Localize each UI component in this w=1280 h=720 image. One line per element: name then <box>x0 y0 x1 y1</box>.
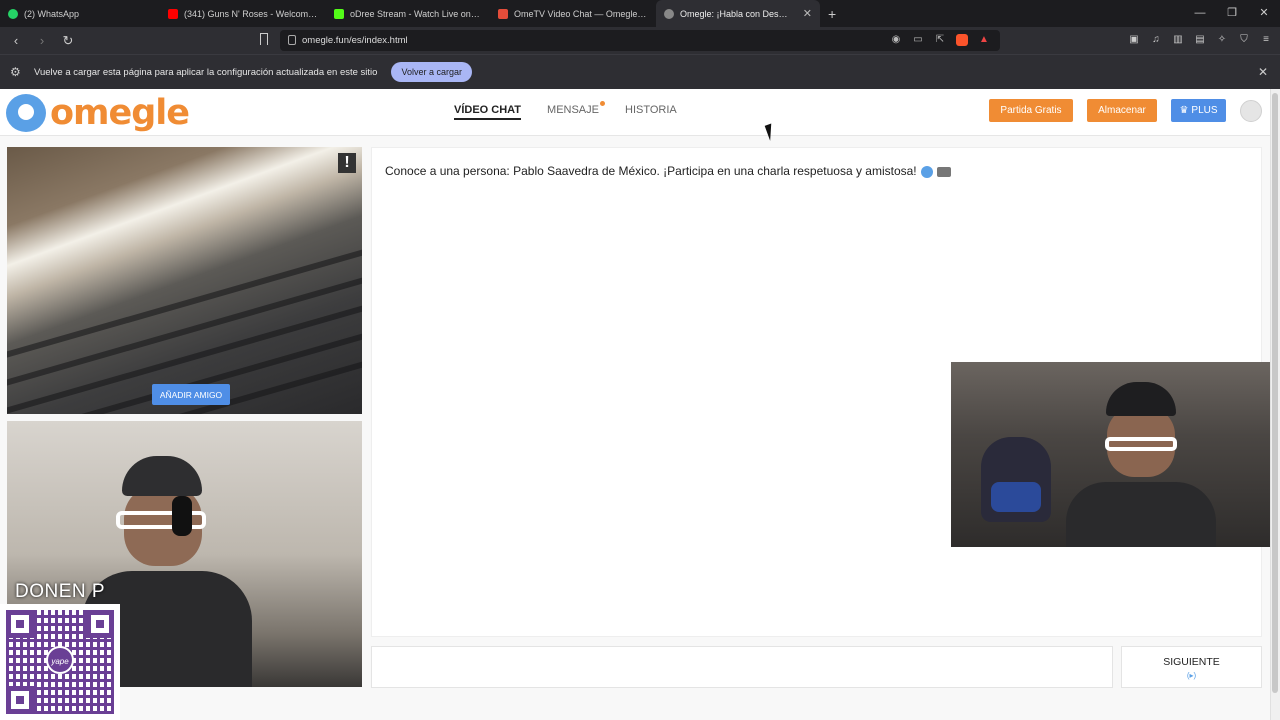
toolbar-right-icons: ▣ ♫ ▥ ▤ ✧ ⛉ ≡ <box>1128 34 1272 46</box>
free-match-button[interactable]: Partida Gratis <box>989 99 1073 122</box>
nav-mensaje[interactable]: MENSAJE <box>547 101 605 120</box>
screen-icon[interactable]: ▭ <box>912 34 924 46</box>
maximize-icon[interactable]: ❐ <box>1216 0 1248 27</box>
chat-input[interactable] <box>371 646 1113 688</box>
blind-slat <box>7 261 362 395</box>
tab-title: (341) Guns N' Roses - Welcome To Th <box>184 8 318 19</box>
gear-icon: ⚙ <box>10 65 21 79</box>
main-nav: VÍDEO CHAT MENSAJE HISTORIA <box>454 101 677 120</box>
close-window-icon[interactable]: ✕ <box>1248 0 1280 27</box>
nav-video-chat[interactable]: VÍDEO CHAT <box>454 104 522 120</box>
floating-stream-video <box>951 362 1280 547</box>
new-tab-button[interactable]: + <box>828 6 836 22</box>
plus-button[interactable]: ♛ PLUS <box>1171 99 1226 122</box>
extensions-icon[interactable]: ▣ <box>1128 34 1140 46</box>
info-bar: ⚙ Vuelve a cargar esta página para aplic… <box>0 54 1280 89</box>
menu-icon[interactable]: ≡ <box>1260 34 1272 46</box>
tab-kick[interactable]: oDree Stream - Watch Live on Kick <box>326 0 490 27</box>
crown-icon: ♛ <box>1179 105 1189 116</box>
site-header: omegle VÍDEO CHAT MENSAJE HISTORIA Parti… <box>0 89 1270 136</box>
youtube-icon <box>168 8 178 19</box>
kick-icon <box>334 8 344 19</box>
next-button-label: SIGUIENTE <box>1163 656 1220 668</box>
info-bar-message: Vuelve a cargar esta página para aplicar… <box>34 66 378 78</box>
tab-ometv[interactable]: OmeTV Video Chat — Omegle Rand <box>490 0 656 27</box>
add-friend-button[interactable]: AÑADIR AMIGO <box>152 384 230 405</box>
close-icon[interactable]: ✕ <box>1258 65 1268 79</box>
plus-label: PLUS <box>1191 105 1218 116</box>
tab-title: (2) WhatsApp <box>24 8 80 19</box>
url-text: omegle.fun/es/index.html <box>302 35 408 46</box>
next-key-hint: (▸) <box>1186 671 1197 680</box>
wallet-icon[interactable]: ▤ <box>1194 34 1206 46</box>
reload-icon[interactable]: ↻ <box>58 33 78 49</box>
tab-title: Omegle: ¡Habla con Desconoci <box>680 8 791 19</box>
cast-icon[interactable]: ◉ <box>890 34 902 46</box>
leo-icon[interactable]: ✧ <box>1216 34 1228 46</box>
report-button[interactable]: ! <box>338 153 356 173</box>
scrollbar-thumb[interactable] <box>1272 93 1278 693</box>
donation-overlay-text: DONEN P <box>15 581 106 602</box>
tab-whatsapp[interactable]: (2) WhatsApp <box>0 0 160 27</box>
streamer-figure <box>82 456 252 687</box>
plush-toy-shape <box>981 437 1051 522</box>
share-icon[interactable]: ⇱ <box>934 34 946 46</box>
tab-title: OmeTV Video Chat — Omegle Rand <box>514 8 648 19</box>
logo-bubble-icon <box>6 94 46 132</box>
bookmark-icon[interactable] <box>260 33 268 45</box>
vpn-icon[interactable]: ⛉ <box>1238 34 1250 46</box>
system-message-text: Conoce a una persona: Pablo Saavedra de … <box>385 164 917 178</box>
avatar[interactable] <box>1240 100 1262 122</box>
tab-title: oDree Stream - Watch Live on Kick <box>350 8 482 19</box>
site-logo[interactable]: omegle <box>6 92 190 134</box>
forward-icon[interactable]: › <box>32 33 52 48</box>
web-page: omegle VÍDEO CHAT MENSAJE HISTORIA Parti… <box>0 89 1280 720</box>
yape-logo: yape <box>46 646 74 674</box>
tab-omegle[interactable]: Omegle: ¡Habla con Desconoci ✕ <box>656 0 820 27</box>
minimize-icon[interactable]: — <box>1184 0 1216 27</box>
nav-historia[interactable]: HISTORIA <box>625 104 677 120</box>
page-scrollbar[interactable] <box>1270 89 1280 720</box>
globe-icon <box>664 8 674 19</box>
reload-page-button[interactable]: Volver a cargar <box>391 62 472 82</box>
sidebar-icon[interactable]: ▥ <box>1172 34 1184 46</box>
globe-icon <box>920 165 933 178</box>
music-icon[interactable]: ♫ <box>1150 34 1162 46</box>
stranger-video: ! AÑADIR AMIGO <box>7 147 362 414</box>
nav-mensaje-label: MENSAJE <box>547 104 599 116</box>
address-bar-icons: ◉ ▭ ⇱ ▲ <box>890 34 990 46</box>
camera-icon <box>936 166 951 177</box>
site-info-icon[interactable] <box>288 35 296 45</box>
blind-slat <box>7 233 362 367</box>
system-message: Conoce a una persona: Pablo Saavedra de … <box>385 164 951 178</box>
next-button[interactable]: SIGUIENTE (▸) <box>1121 646 1262 688</box>
ometv-icon <box>498 8 508 19</box>
whatsapp-icon <box>8 8 18 19</box>
notification-dot <box>600 101 605 106</box>
window-controls: — ❐ ✕ <box>1184 0 1280 27</box>
qr-pattern: yape <box>6 610 114 714</box>
brave-shields-icon[interactable] <box>956 34 968 46</box>
browser-toolbar: ‹ › ↻ omegle.fun/es/index.html ◉ ▭ ⇱ ▲ ▣… <box>0 27 1280 54</box>
tab-strip: (2) WhatsApp (341) Guns N' Roses - Welco… <box>0 0 1280 27</box>
back-icon[interactable]: ‹ <box>6 33 26 48</box>
yape-qr-code: yape <box>0 604 120 720</box>
brave-rewards-icon[interactable]: ▲ <box>978 34 990 46</box>
store-button[interactable]: Almacenar <box>1087 99 1157 122</box>
tab-youtube[interactable]: (341) Guns N' Roses - Welcome To Th <box>160 0 326 27</box>
close-tab-icon[interactable]: ✕ <box>803 7 812 20</box>
headset-shape <box>172 496 192 536</box>
logo-text: omegle <box>50 93 190 133</box>
address-bar[interactable]: omegle.fun/es/index.html ◉ ▭ ⇱ ▲ <box>280 30 1000 51</box>
streamer-figure <box>1066 382 1216 547</box>
